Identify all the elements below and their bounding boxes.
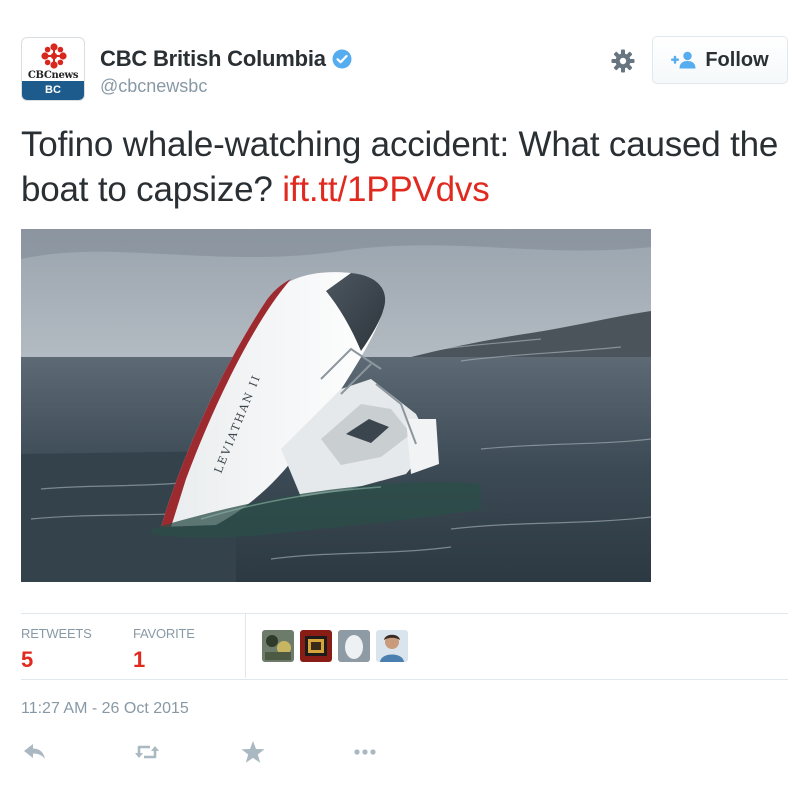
retweets-count[interactable]: 5 [21,647,92,673]
follow-button[interactable]: Follow [652,36,788,84]
engager-avatar[interactable] [338,630,370,662]
engager-avatars [262,630,408,662]
add-user-icon [671,51,696,69]
tweet-photo[interactable]: LEVIATHAN II [21,229,651,582]
display-name[interactable]: CBC British Columbia [100,46,326,72]
more-dots-icon[interactable] [351,738,379,766]
retweets-label: RETWEETS [21,626,92,641]
cbc-gem-logo [41,43,67,69]
gear-icon[interactable] [610,48,636,74]
tweet-text: Tofino whale-watching accident: What cau… [21,122,781,212]
account-name-row[interactable]: CBC British Columbia [100,44,352,74]
engager-avatar[interactable] [376,630,408,662]
favorite-count[interactable]: 1 [133,647,195,673]
tweet-timestamp[interactable]: 11:27 AM - 26 Oct 2015 [21,700,189,718]
stats-divider-bottom [21,679,788,680]
engager-avatar[interactable] [262,630,294,662]
favorite-stat[interactable]: FAVORITE 1 [133,626,195,673]
stats-divider-top [21,613,788,614]
tweet-card: CBCnews BC CBC British Columbia @cbcnews… [0,0,800,800]
avatar-region-badge: BC [22,81,84,100]
tweet-link[interactable]: ift.tt/1PPVdvs [282,170,489,209]
favorite-label: FAVORITE [133,626,195,641]
avatar-brand-text: CBCnews [27,70,79,81]
account-handle[interactable]: @cbcnewsbc [100,76,207,97]
avatar[interactable]: CBCnews BC [21,37,85,101]
retweet-stat[interactable]: RETWEETS 5 [21,626,92,673]
star-icon[interactable] [239,738,267,766]
follow-button-label: Follow [705,48,769,71]
reply-icon[interactable] [21,738,49,766]
stats-vertical-divider [245,614,246,678]
verified-badge-icon [332,49,352,69]
capsized-boat-image: LEVIATHAN II [21,229,651,582]
engager-avatar[interactable] [300,630,332,662]
retweet-icon[interactable] [133,738,161,766]
